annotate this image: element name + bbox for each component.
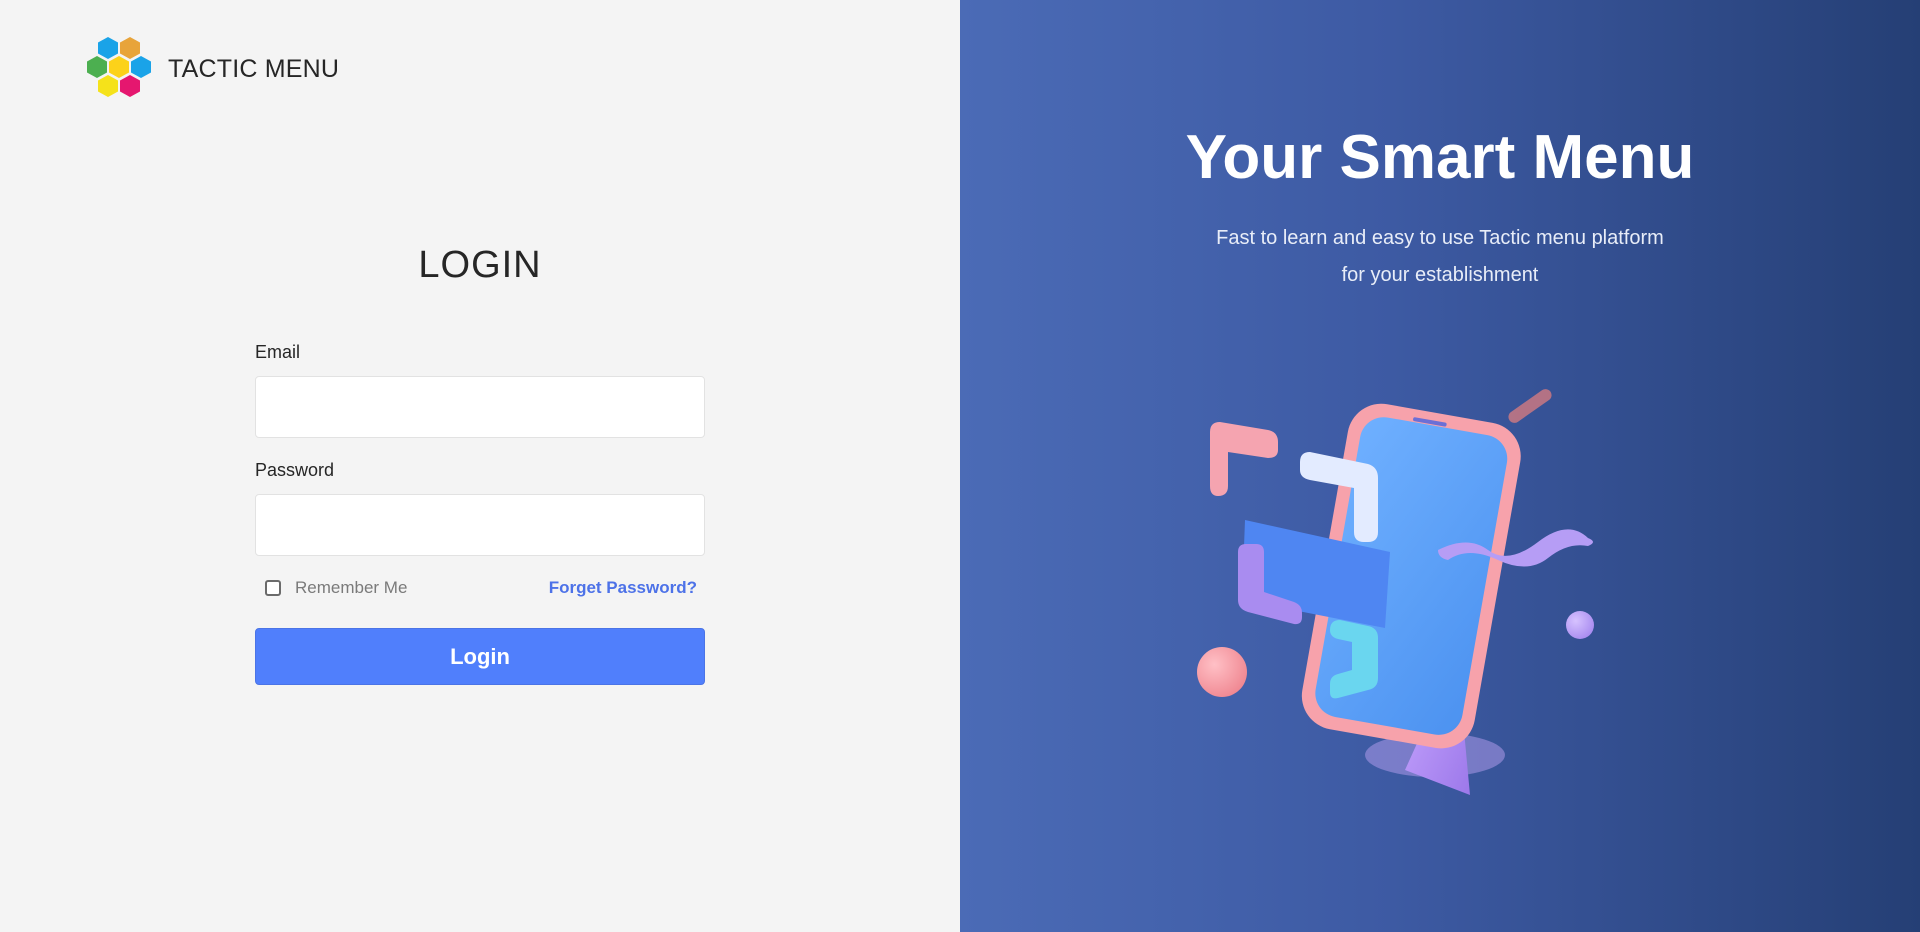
hero-title: Your Smart Menu [1185,123,1695,192]
remember-me-checkbox[interactable] [265,580,281,596]
login-options: Remember Me Forget Password? [255,574,705,602]
forget-password-link[interactable]: Forget Password? [549,578,697,598]
page-title: LOGIN [418,244,542,286]
brand[interactable]: TACTIC MENU [86,36,339,102]
login-form: Email Password Remember Me Forget Passwo… [255,340,705,685]
hero-panel: Your Smart Menu Fast to learn and easy t… [960,0,1920,932]
smartphone-3d-illustration-icon [1197,389,1594,795]
login-button[interactable]: Login [255,628,705,685]
hero-subtitle-line-2: for your establishment [1341,264,1539,286]
password-label: Password [255,460,335,480]
email-label: Email [255,342,301,362]
remember-me[interactable]: Remember Me [265,578,407,598]
remember-me-label[interactable]: Remember Me [295,578,407,598]
login-page: TACTIC MENU LOGIN Email Password Remembe… [0,0,1920,932]
hero-subtitle-line-1: Fast to learn and easy to use Tactic men… [1216,227,1664,249]
password-field[interactable] [255,494,705,556]
email-field[interactable] [255,376,705,438]
brand-name: TACTIC MENU [168,54,340,83]
login-panel: TACTIC MENU LOGIN Email Password Remembe… [0,0,960,932]
hexagon-cluster-logo-icon [87,37,151,97]
